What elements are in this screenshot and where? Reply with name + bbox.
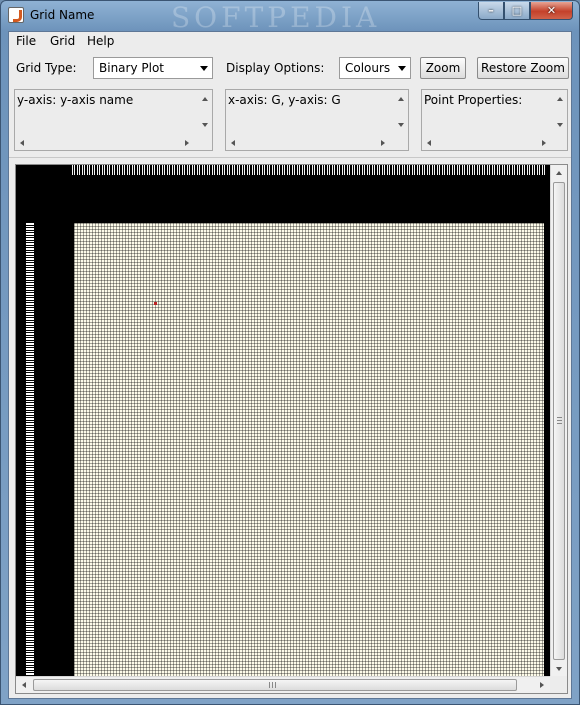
watermark-logo: SOFTPEDIA <box>171 1 381 34</box>
display-options-select[interactable]: Colours <box>339 57 411 79</box>
grip-icon <box>557 417 562 424</box>
vertical-scrollbar[interactable] <box>394 90 408 136</box>
selected-point-marker <box>154 302 157 305</box>
horizontal-scrollbar[interactable] <box>15 136 212 150</box>
chevron-down-icon <box>398 66 406 71</box>
point-properties-text: Point Properties: <box>424 93 523 107</box>
menu-grid[interactable]: Grid <box>50 34 75 48</box>
scroll-right-icon[interactable] <box>185 140 189 146</box>
grid-type-label: Grid Type: <box>16 61 77 75</box>
scroll-right-icon[interactable] <box>540 682 544 688</box>
display-options-label: Display Options: <box>226 61 325 75</box>
scroll-up-icon[interactable] <box>202 97 208 101</box>
minimize-icon: – <box>488 4 494 17</box>
horizontal-scrollbar[interactable] <box>422 136 567 150</box>
maximize-button[interactable]: □ <box>504 2 530 20</box>
caption-buttons: – □ ✕ <box>478 2 573 20</box>
title-bar[interactable]: Grid Name SOFTPEDIA – □ ✕ <box>1 1 579 34</box>
grid-type-select[interactable]: Binary Plot <box>93 57 213 79</box>
horizontal-scroll-thumb[interactable] <box>33 679 517 691</box>
close-button[interactable]: ✕ <box>530 2 573 20</box>
scroll-down-icon[interactable] <box>202 123 208 127</box>
grid-plot-panel[interactable] <box>15 164 568 694</box>
scroll-down-icon[interactable] <box>557 123 563 127</box>
restore-zoom-button[interactable]: Restore Zoom <box>477 57 569 79</box>
row-header-strip <box>26 223 34 677</box>
plot-horizontal-scrollbar[interactable] <box>16 676 551 693</box>
plot-vertical-scrollbar[interactable] <box>550 165 567 677</box>
scroll-left-icon[interactable] <box>20 140 24 146</box>
scroll-down-icon[interactable] <box>556 667 562 671</box>
scroll-up-icon[interactable] <box>557 97 563 101</box>
app-window: Grid Name SOFTPEDIA – □ ✕ File Grid Help… <box>0 0 580 705</box>
zoom-button[interactable]: Zoom <box>420 57 466 79</box>
scroll-left-icon[interactable] <box>231 140 235 146</box>
x-axis-text: x-axis: G, y-axis: G <box>228 93 341 107</box>
scroll-corner <box>550 676 567 693</box>
menu-bar: File Grid Help <box>9 32 571 52</box>
column-header-strip <box>72 165 545 175</box>
grip-icon <box>269 682 276 688</box>
point-properties-textbox[interactable]: Point Properties: <box>421 89 568 151</box>
minimize-button[interactable]: – <box>478 2 504 20</box>
binary-plot-canvas[interactable] <box>16 165 551 677</box>
menu-help[interactable]: Help <box>87 34 114 48</box>
chevron-down-icon <box>200 66 208 71</box>
vertical-scroll-thumb[interactable] <box>553 182 565 660</box>
x-axis-textbox[interactable]: x-axis: G, y-axis: G <box>225 89 409 151</box>
vertical-scrollbar[interactable] <box>553 90 567 136</box>
vertical-scrollbar[interactable] <box>198 90 212 136</box>
close-icon: ✕ <box>546 4 557 17</box>
scroll-up-icon[interactable] <box>398 97 404 101</box>
scroll-down-icon[interactable] <box>398 123 404 127</box>
separator <box>9 157 571 158</box>
scroll-left-icon[interactable] <box>22 682 26 688</box>
window-title: Grid Name <box>30 8 95 22</box>
scroll-left-icon[interactable] <box>427 140 431 146</box>
grid-type-value: Binary Plot <box>99 61 164 75</box>
y-axis-textbox[interactable]: y-axis: y-axis name <box>14 89 213 151</box>
java-app-icon[interactable] <box>8 7 24 23</box>
display-options-value: Colours <box>345 61 391 75</box>
scroll-right-icon[interactable] <box>381 140 385 146</box>
maximize-icon: □ <box>511 4 523 17</box>
y-axis-text: y-axis: y-axis name <box>17 93 134 107</box>
client-area: File Grid Help Grid Type: Binary Plot Di… <box>8 31 572 699</box>
scroll-right-icon[interactable] <box>542 140 546 146</box>
scroll-up-icon[interactable] <box>556 171 562 175</box>
menu-file[interactable]: File <box>16 34 36 48</box>
horizontal-scrollbar[interactable] <box>226 136 408 150</box>
binary-grid[interactable] <box>74 223 544 677</box>
